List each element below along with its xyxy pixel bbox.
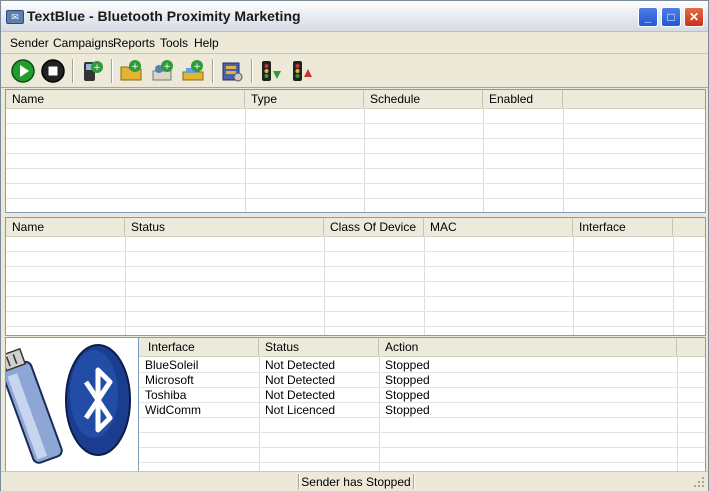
table-row[interactable]: BlueSoleil Not Detected Stopped (139, 358, 705, 373)
interfaces-table-header: Interface Status Action (139, 338, 705, 357)
svg-text:+: + (163, 62, 171, 72)
import-campaign-icon[interactable]: + (181, 59, 205, 83)
bluetooth-logo-icon (0, 344, 131, 464)
interface-status: Not Licenced (265, 403, 336, 417)
interfaces-table[interactable]: Interface Status Action BlueSoleil Not D… (138, 337, 706, 472)
settings-icon[interactable] (220, 59, 244, 83)
play-icon[interactable] (11, 59, 35, 83)
status-divider (298, 474, 300, 489)
title-bar[interactable]: ✉ TextBlue - Bluetooth Proximity Marketi… (1, 1, 708, 32)
bluetooth-logo-panel (0, 337, 139, 472)
toolbar-separator (251, 59, 253, 83)
app-icon: ✉ (6, 10, 24, 24)
devices-table-header: Name Status Class Of Device MAC Interfac… (6, 218, 705, 237)
interface-status: Not Detected (265, 358, 336, 372)
campaigns-table-header: Name Type Schedule Enabled (6, 90, 705, 109)
svg-text:+: + (131, 62, 139, 72)
interface-action: Stopped (385, 358, 430, 372)
status-divider (413, 474, 415, 489)
column-header-status[interactable]: Status (259, 338, 379, 356)
menu-tools[interactable]: Tools (160, 36, 188, 50)
column-header-status[interactable]: Status (125, 218, 324, 236)
window-title: TextBlue - Bluetooth Proximity Marketing (27, 8, 301, 24)
toolbar-separator (72, 59, 74, 83)
campaigns-table[interactable]: Name Type Schedule Enabled (5, 89, 706, 213)
move-up-icon[interactable] (290, 59, 314, 83)
column-header-enabled[interactable]: Enabled (483, 90, 563, 108)
interface-action: Stopped (385, 373, 430, 387)
add-device-icon[interactable]: + (80, 59, 104, 83)
interface-name: Toshiba (145, 388, 187, 402)
table-row[interactable]: Toshiba Not Detected Stopped (139, 388, 705, 403)
column-header-interface[interactable]: Interface (573, 218, 673, 236)
column-header-mac[interactable]: MAC (424, 218, 573, 236)
minimize-button[interactable]: _ (638, 7, 658, 27)
table-row[interactable]: Microsoft Not Detected Stopped (139, 373, 705, 388)
devices-table[interactable]: Name Status Class Of Device MAC Interfac… (5, 217, 706, 336)
column-header-name[interactable]: Name (6, 90, 245, 108)
interface-action: Stopped (385, 388, 430, 402)
toolbar-separator (212, 59, 214, 83)
column-header-class-of-device[interactable]: Class Of Device (324, 218, 424, 236)
svg-text:+: + (193, 62, 201, 72)
menu-sender[interactable]: Sender (10, 36, 49, 50)
interface-name: Microsoft (145, 373, 194, 387)
app-window: ✉ TextBlue - Bluetooth Proximity Marketi… (0, 0, 709, 491)
column-header-type[interactable]: Type (245, 90, 364, 108)
column-header-action[interactable]: Action (379, 338, 677, 356)
menu-campaigns[interactable]: Campaigns (53, 36, 114, 50)
svg-text:+: + (93, 63, 101, 73)
interface-status: Not Detected (265, 388, 336, 402)
maximize-button[interactable]: □ (661, 7, 681, 27)
interface-status: Not Detected (265, 373, 336, 387)
column-header-name[interactable]: Name (6, 218, 125, 236)
add-campaign-icon[interactable]: + (151, 59, 175, 83)
interface-name: WidComm (145, 403, 201, 417)
column-header-interface[interactable]: Interface (139, 338, 259, 356)
resize-grip-icon[interactable] (693, 476, 705, 488)
menu-bar: Sender Campaigns Reports Tools Help (1, 32, 708, 54)
close-button[interactable]: ✕ (684, 7, 704, 27)
new-campaign-icon[interactable]: + (119, 59, 143, 83)
table-row[interactable]: WidComm Not Licenced Stopped (139, 403, 705, 418)
interface-action: Stopped (385, 403, 430, 417)
toolbar: + + + + (1, 54, 708, 88)
status-bar: Sender has Stopped (1, 471, 708, 491)
menu-reports[interactable]: Reports (113, 36, 155, 50)
move-down-icon[interactable] (259, 59, 283, 83)
interface-name: BlueSoleil (145, 358, 199, 372)
column-header-schedule[interactable]: Schedule (364, 90, 483, 108)
menu-help[interactable]: Help (194, 36, 219, 50)
status-message: Sender has Stopped (301, 475, 411, 489)
toolbar-separator (111, 59, 113, 83)
stop-icon[interactable] (41, 59, 65, 83)
